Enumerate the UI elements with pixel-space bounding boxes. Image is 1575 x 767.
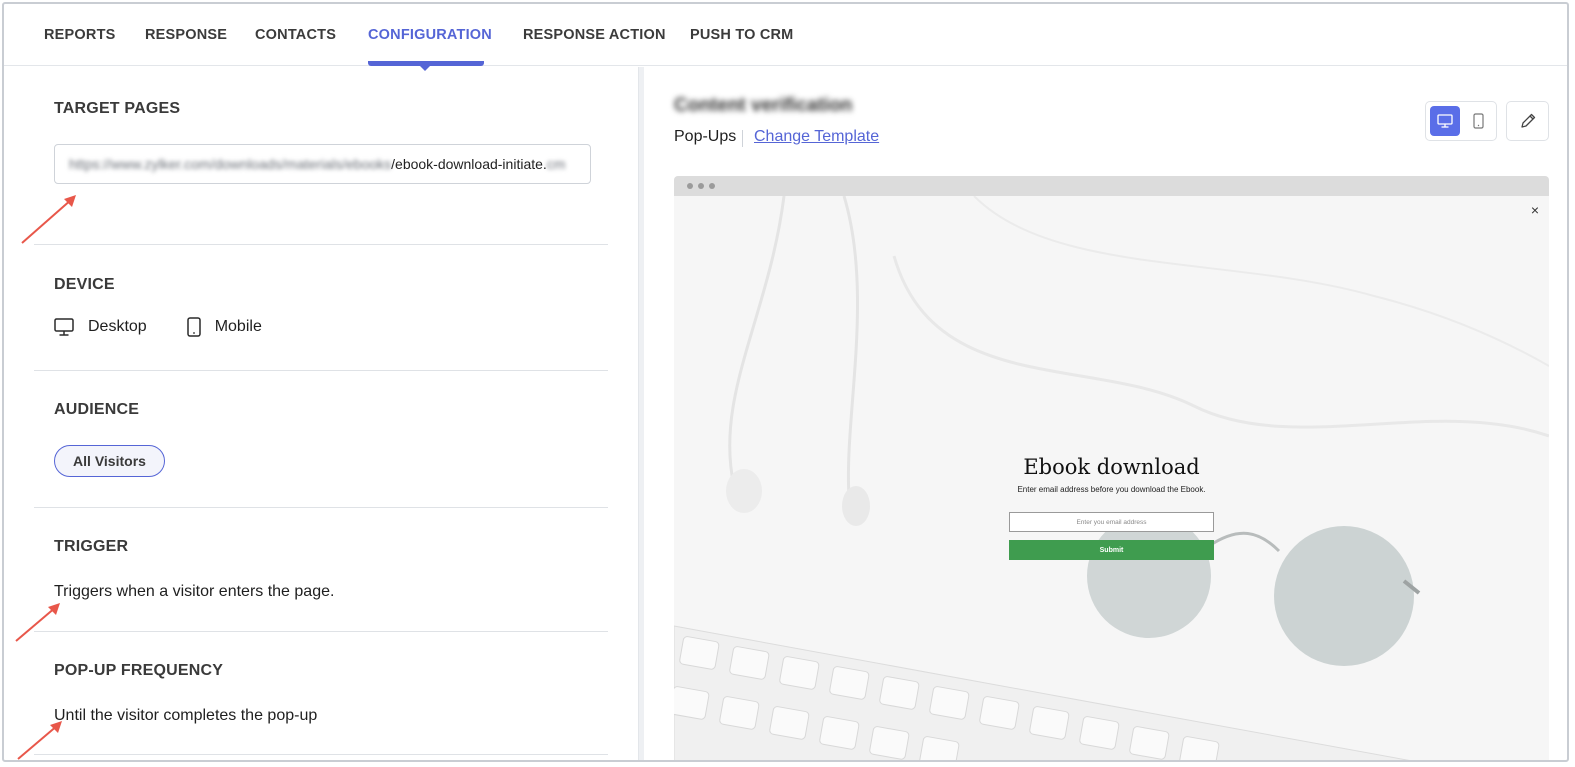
desktop-icon bbox=[1437, 114, 1453, 128]
preview-mobile-button[interactable] bbox=[1463, 106, 1493, 136]
tab-response-action[interactable]: RESPONSE ACTION bbox=[523, 27, 666, 43]
tab-contacts[interactable]: CONTACTS bbox=[255, 27, 336, 43]
device-mobile-option[interactable]: Mobile bbox=[186, 317, 262, 337]
url-blurred-part: https://www.zylker.com/downloads/materia… bbox=[69, 156, 392, 172]
tab-reports[interactable]: REPORTS bbox=[44, 27, 116, 43]
url-visible-part: /ebook-download-initiate. bbox=[391, 156, 547, 172]
popup-preview-window: × Ebook download Enter email address bef… bbox=[674, 176, 1549, 760]
device-desktop-option[interactable]: Desktop bbox=[54, 318, 147, 336]
device-mobile-label: Mobile bbox=[214, 318, 262, 335]
preview-panel: Content verification Pop-Ups Change Temp… bbox=[644, 67, 1567, 760]
section-divider bbox=[34, 754, 608, 755]
mobile-icon bbox=[186, 317, 201, 337]
url-tail-blurred: cm bbox=[546, 156, 566, 172]
change-template-link[interactable]: Change Template bbox=[754, 128, 879, 146]
popup-frequency-title: POP-UP FREQUENCY bbox=[54, 662, 224, 679]
browser-dot bbox=[709, 183, 715, 189]
section-divider bbox=[34, 244, 608, 245]
device-desktop-label: Desktop bbox=[88, 318, 147, 335]
section-divider bbox=[34, 370, 608, 371]
top-nav: REPORTS RESPONSE CONTACTS CONFIGURATION … bbox=[4, 4, 1567, 71]
template-type: Pop-Ups bbox=[674, 128, 737, 145]
popup-subtitle: Enter email address before you download … bbox=[1017, 485, 1206, 494]
desktop-icon bbox=[54, 318, 74, 336]
audience-all-visitors-chip[interactable]: All Visitors bbox=[54, 445, 165, 477]
tab-push-to-crm[interactable]: PUSH TO CRM bbox=[690, 27, 793, 43]
template-separator bbox=[742, 130, 743, 147]
tab-response[interactable]: RESPONSE bbox=[145, 27, 227, 43]
popup-title: Ebook download bbox=[1023, 455, 1200, 479]
popup-submit-button[interactable]: Submit bbox=[1009, 540, 1214, 560]
target-pages-title: TARGET PAGES bbox=[54, 100, 181, 117]
popup-close-icon[interactable]: × bbox=[1531, 202, 1539, 218]
device-title: DEVICE bbox=[54, 276, 115, 293]
trigger-title: TRIGGER bbox=[54, 538, 129, 555]
desk-scene-image bbox=[674, 196, 1549, 760]
trigger-value: Triggers when a visitor enters the page. bbox=[54, 583, 335, 600]
target-url-field[interactable]: https://www.zylker.com/downloads/materia… bbox=[54, 144, 591, 184]
section-divider bbox=[34, 631, 608, 632]
audience-title: AUDIENCE bbox=[54, 401, 140, 418]
popup-frequency-value: Until the visitor completes the pop-up bbox=[54, 707, 318, 724]
device-options: Desktop Mobile bbox=[54, 317, 302, 337]
mobile-icon bbox=[1472, 113, 1484, 129]
template-name: Content verification bbox=[674, 95, 853, 116]
app-window: REPORTS RESPONSE CONTACTS CONFIGURATION … bbox=[2, 2, 1569, 762]
browser-bar bbox=[674, 176, 1549, 196]
annotation-arrow-icon bbox=[17, 721, 62, 760]
browser-dot bbox=[687, 183, 693, 189]
popup-background-image: × Ebook download Enter email address bef… bbox=[674, 196, 1549, 760]
tab-configuration[interactable]: CONFIGURATION bbox=[368, 27, 492, 43]
browser-dot bbox=[698, 183, 704, 189]
annotation-arrow-icon bbox=[15, 603, 60, 642]
pencil-icon bbox=[1520, 113, 1535, 128]
configuration-panel: TARGET PAGES https://www.zylker.com/down… bbox=[4, 67, 638, 760]
annotation-arrow-icon bbox=[21, 195, 76, 244]
section-divider bbox=[34, 507, 608, 508]
popup-email-input[interactable]: Enter you email address bbox=[1009, 512, 1214, 532]
preview-desktop-button[interactable] bbox=[1430, 106, 1460, 136]
preview-device-toggle bbox=[1425, 101, 1497, 141]
edit-template-button[interactable] bbox=[1506, 101, 1549, 141]
